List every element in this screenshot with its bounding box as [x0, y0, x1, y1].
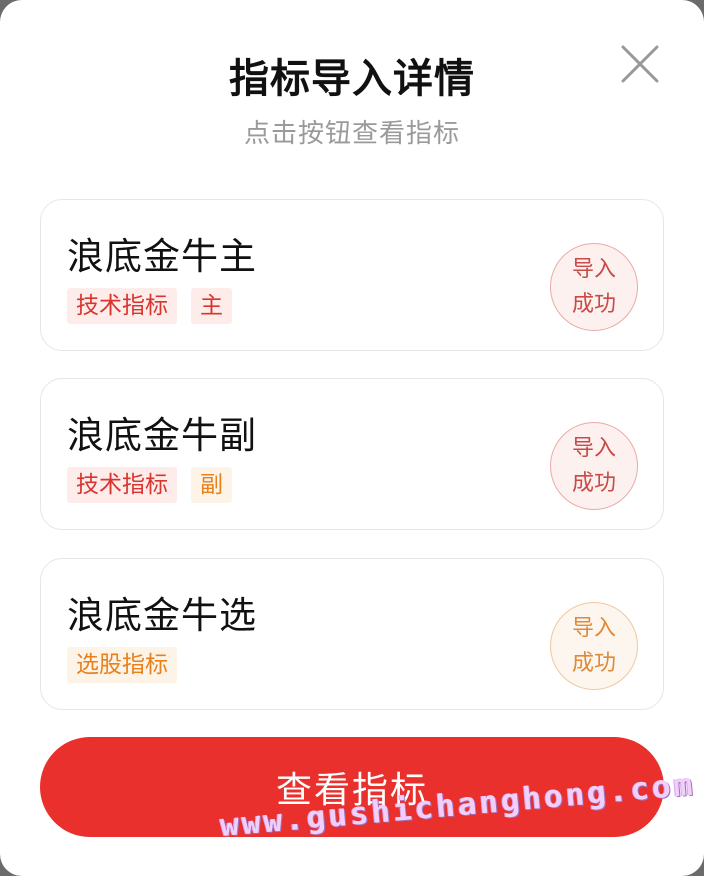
type-tag: 技术指标 [67, 467, 177, 503]
indicator-name: 浪底金牛主 [67, 235, 257, 278]
import-success-stamp: 导入 成功 [550, 602, 638, 690]
import-success-stamp: 导入 成功 [550, 243, 638, 331]
import-success-stamp: 导入 成功 [550, 422, 638, 510]
view-indicators-button[interactable]: 查看指标 [40, 737, 664, 837]
position-tag: 主 [191, 288, 232, 324]
indicator-name: 浪底金牛选 [67, 594, 257, 637]
stamp-line1: 导入 [571, 616, 616, 641]
type-tag: 选股指标 [67, 647, 177, 683]
dialog-title: 指标导入详情 [229, 56, 475, 102]
position-tag: 副 [191, 467, 232, 503]
stamp-line2: 成功 [571, 471, 616, 496]
indicator-name: 浪底金牛副 [67, 414, 257, 457]
import-details-dialog: 指标导入详情 点击按钮查看指标 浪底金牛主 技术指标 主 导入 成功 浪底金牛副… [0, 0, 704, 876]
stamp-line1: 导入 [571, 436, 616, 461]
indicator-card-sub: 浪底金牛副 技术指标 副 导入 成功 [40, 378, 664, 530]
dialog-subtitle: 点击按钮查看指标 [243, 119, 460, 149]
type-tag: 技术指标 [67, 288, 177, 324]
stamp-line2: 成功 [571, 651, 616, 676]
indicator-card-main: 浪底金牛主 技术指标 主 导入 成功 [40, 199, 664, 351]
indicator-tags: 技术指标 主 [67, 288, 232, 324]
indicator-card-select: 浪底金牛选 选股指标 导入 成功 [40, 558, 664, 710]
stamp-line2: 成功 [571, 292, 616, 317]
indicator-tags: 选股指标 [67, 647, 177, 683]
close-icon[interactable] [618, 42, 662, 86]
indicator-tags: 技术指标 副 [67, 467, 232, 503]
stamp-line1: 导入 [571, 257, 616, 282]
